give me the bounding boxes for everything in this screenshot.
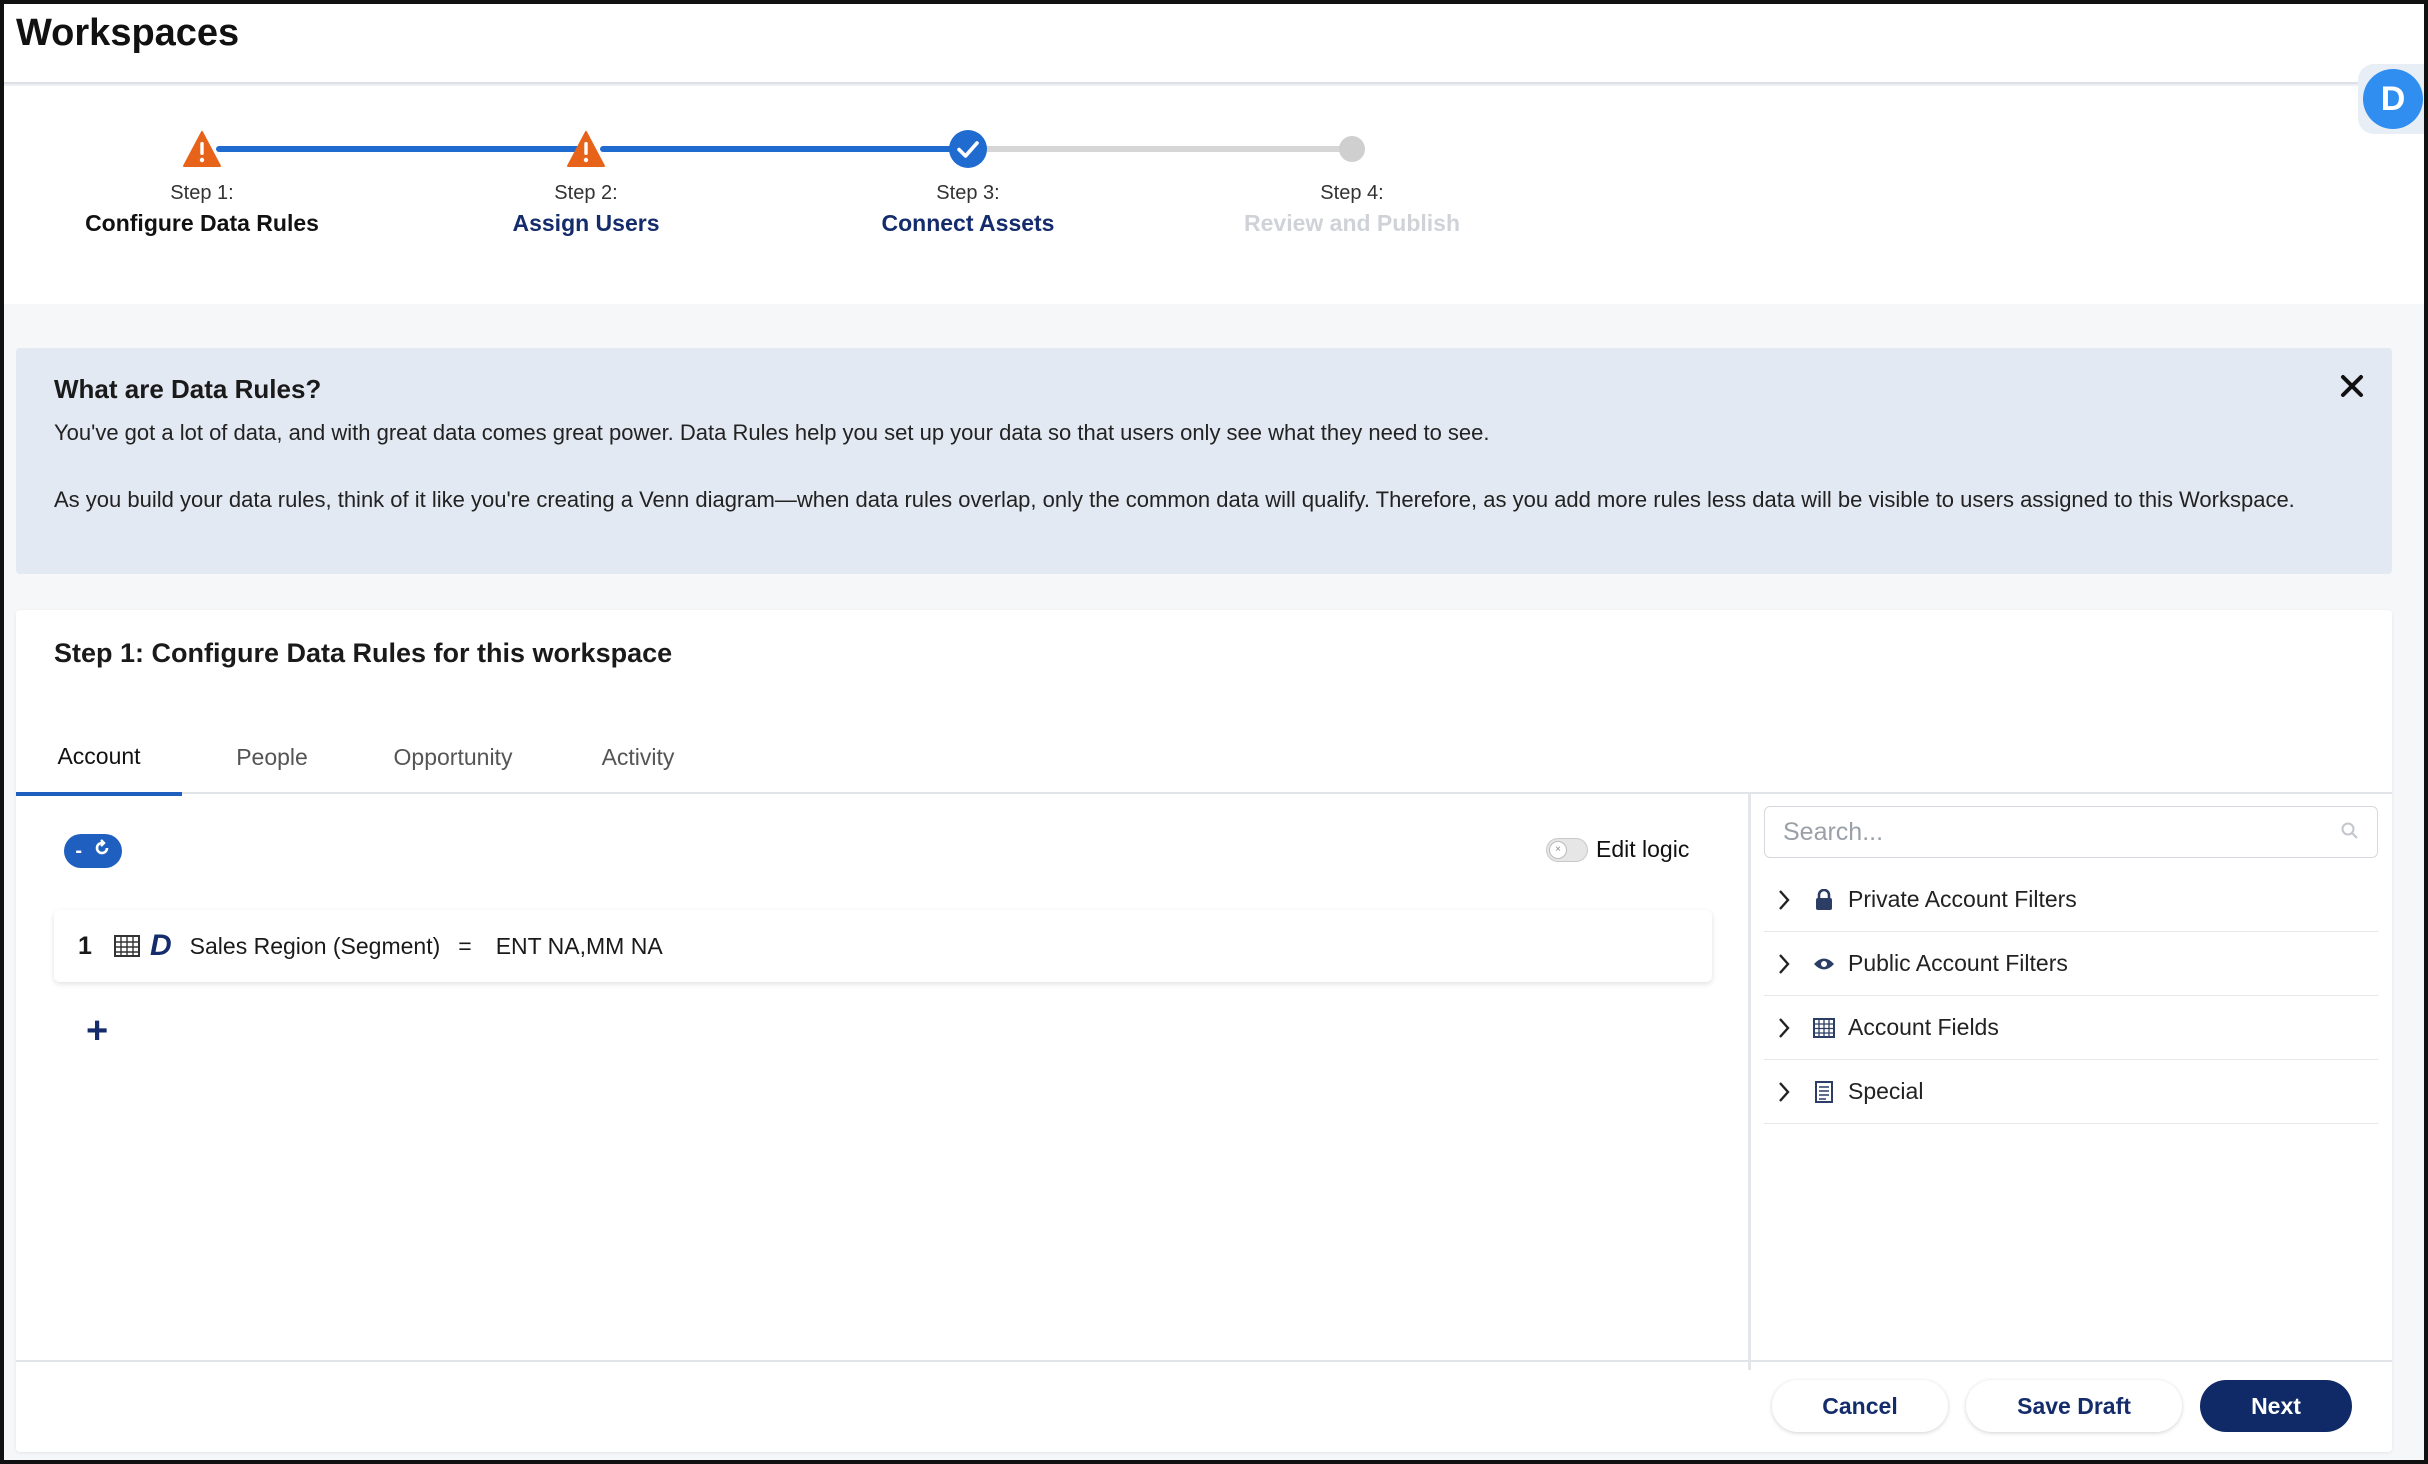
info-banner: What are Data Rules? You've got a lot of… [16, 348, 2392, 574]
filter-label: Account Fields [1848, 1014, 1999, 1040]
entity-tabs: Account People Opportunity Activity [16, 720, 2392, 796]
filter-list: Private Account Filters Public Account F… [1764, 868, 2378, 1124]
rule-operator: = [458, 932, 472, 959]
rule-value: ENT NA,MM NA [495, 932, 663, 959]
tab-opportunity[interactable]: Opportunity [360, 720, 546, 794]
close-icon[interactable] [2334, 368, 2370, 404]
step-connector-3 [984, 146, 1350, 152]
filter-label: Public Account Filters [1848, 950, 2068, 976]
chevron-right-icon[interactable] [1764, 1017, 1804, 1039]
tab-people[interactable]: People [206, 720, 338, 794]
chevron-right-icon[interactable] [1764, 953, 1804, 975]
card-footer: Cancel Save Draft Next [16, 1360, 2392, 1452]
filter-private-account[interactable]: Private Account Filters [1764, 868, 2378, 932]
edit-logic-switch[interactable]: × [1546, 837, 1588, 862]
step-connector-1 [216, 146, 582, 152]
rules-pane: - × Edit logic 1 D Sales Region (Segment… [16, 794, 1748, 1370]
rule-row[interactable]: 1 D Sales Region (Segment) = ENT NA,MM N… [54, 910, 1712, 982]
rule-number: 1 [78, 931, 92, 960]
list-icon [1804, 1080, 1844, 1103]
chevron-right-icon[interactable] [1764, 889, 1804, 911]
step-1-number: Step 1: [170, 182, 234, 204]
tab-account[interactable]: Account [16, 720, 182, 796]
step-3-number: Step 3: [936, 182, 1000, 204]
tab-activity[interactable]: Activity [572, 720, 704, 794]
step-4-title: Review and Publish [1244, 210, 1460, 236]
step-1-title[interactable]: Configure Data Rules [2, 210, 402, 237]
card-title: Step 1: Configure Data Rules for this wo… [54, 638, 673, 668]
table-icon [114, 935, 140, 957]
cancel-button[interactable]: Cancel [1772, 1380, 1948, 1432]
step-4-number: Step 4: [1320, 182, 1384, 204]
pane-divider [1748, 794, 1751, 1370]
step-2-warning-icon[interactable] [566, 129, 606, 169]
search-icon [2341, 818, 2359, 847]
eye-icon [1804, 956, 1844, 972]
edit-logic-label: Edit logic [1596, 836, 1690, 862]
step-2-number: Step 2: [554, 182, 618, 204]
data-source-logo-icon: D [150, 929, 172, 962]
step-3-title[interactable]: Connect Assets [768, 210, 1168, 237]
app-header: Workspaces [4, 4, 2424, 84]
step-connector-2 [600, 146, 966, 152]
logic-operator-toggle[interactable]: - [64, 834, 122, 868]
step-4-pending-dot [1332, 129, 1372, 169]
filter-account-fields[interactable]: Account Fields [1764, 996, 2378, 1060]
search-placeholder: Search... [1783, 817, 1884, 846]
table-icon [1804, 1017, 1844, 1038]
filter-label: Special [1848, 1078, 1924, 1104]
edit-logic-control[interactable]: × Edit logic [1546, 836, 1689, 863]
next-button[interactable]: Next [2200, 1380, 2352, 1432]
filter-pane: Search... Private Account Filters Public… [1752, 794, 2392, 1370]
assistant-launcher[interactable]: D [2358, 64, 2428, 134]
save-draft-button[interactable]: Save Draft [1966, 1380, 2182, 1432]
refresh-icon [93, 839, 111, 863]
toggle-minus-label: - [75, 839, 82, 862]
lock-icon [1804, 888, 1844, 911]
step-2-title[interactable]: Assign Users [386, 210, 786, 237]
filter-special[interactable]: Special [1764, 1060, 2378, 1124]
assistant-avatar-icon: D [2363, 69, 2423, 129]
stepper: Step 1: Configure Data Rules Step 2: Ass… [4, 86, 2424, 304]
search-input[interactable]: Search... [1764, 806, 2378, 858]
rules-card: Step 1: Configure Data Rules for this wo… [16, 610, 2392, 1452]
chevron-right-icon[interactable] [1764, 1081, 1804, 1103]
page-title: Workspaces [16, 12, 240, 54]
banner-title: What are Data Rules? [54, 374, 322, 404]
switch-off-icon: × [1549, 840, 1567, 859]
filter-public-account[interactable]: Public Account Filters [1764, 932, 2378, 996]
banner-paragraph-2: As you build your data rules, think of i… [54, 487, 2295, 512]
add-rule-button[interactable]: + [86, 1010, 108, 1053]
filter-label: Private Account Filters [1848, 886, 2077, 912]
step-3-check-icon[interactable] [948, 129, 988, 169]
banner-paragraph-1: You've got a lot of data, and with great… [54, 420, 1490, 445]
rule-field: Sales Region (Segment) [189, 932, 441, 959]
step-1-warning-icon[interactable] [182, 129, 222, 169]
